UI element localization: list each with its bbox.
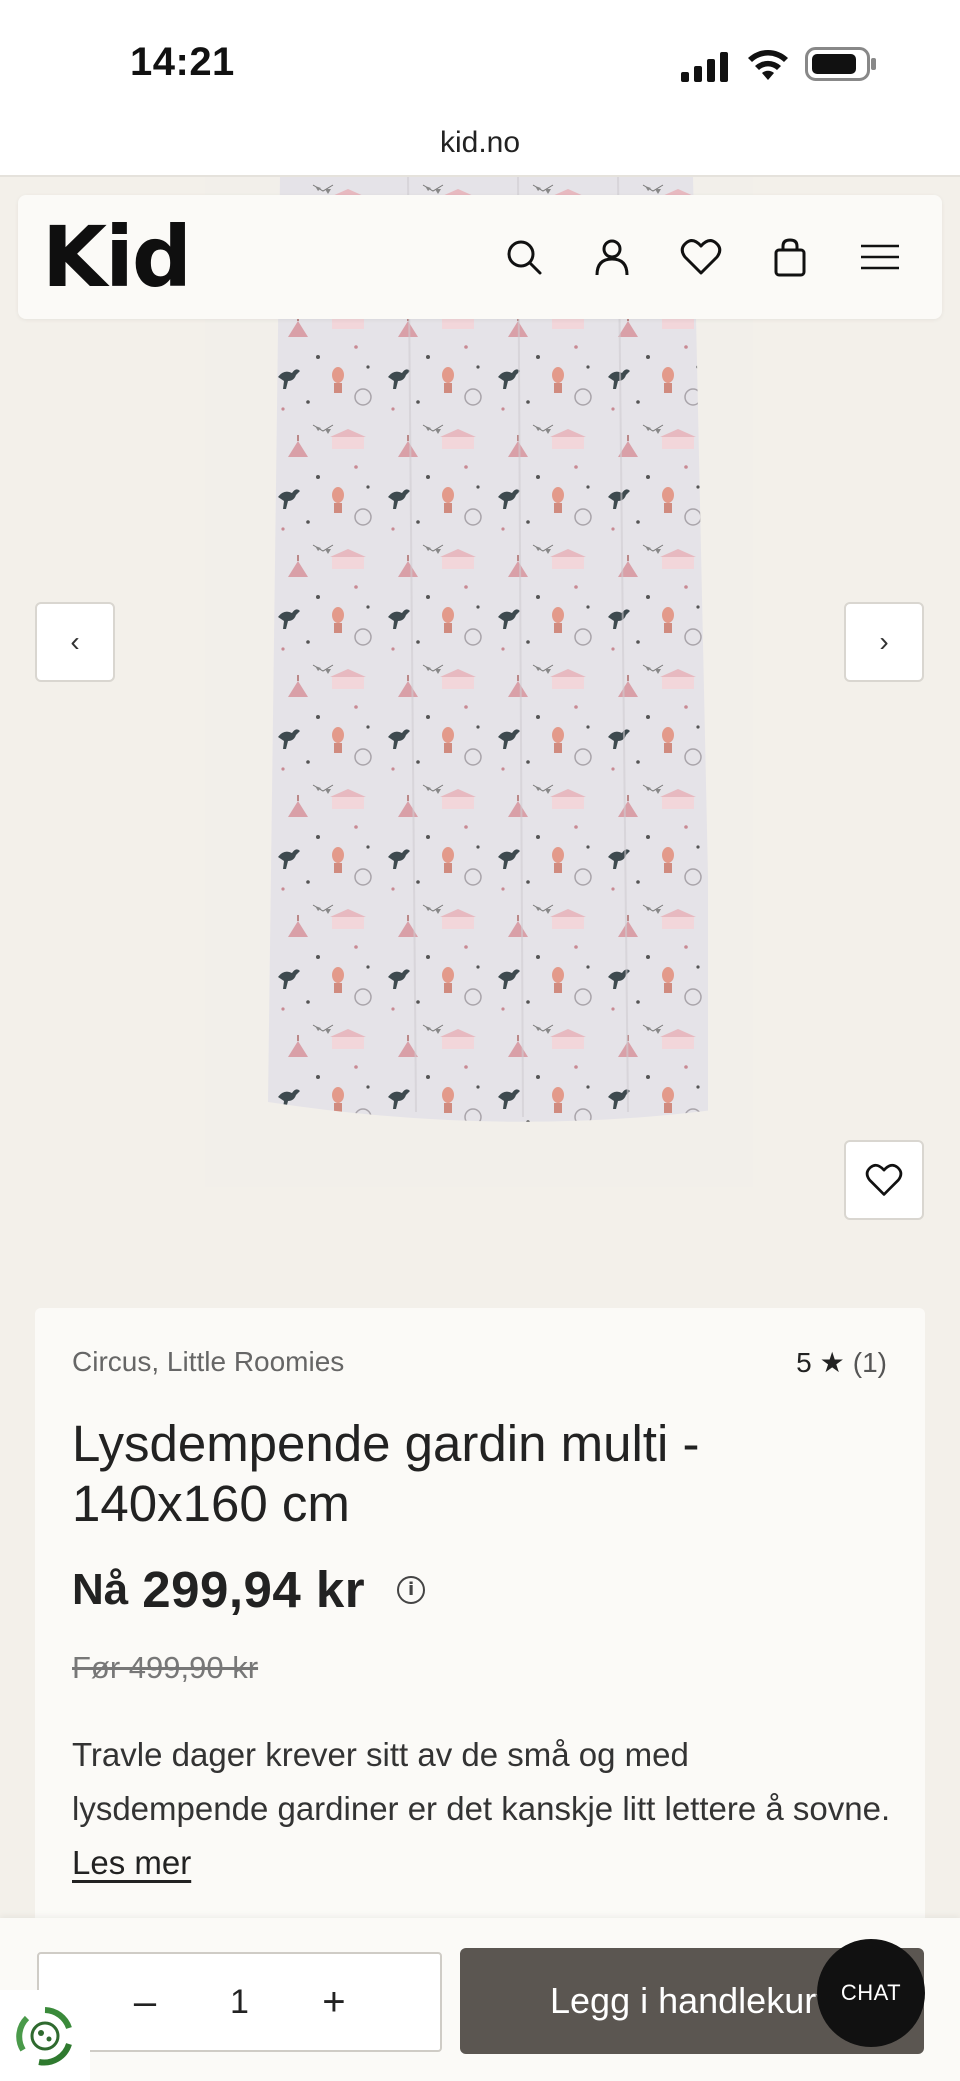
rating-value: 5 [796, 1346, 812, 1378]
rating-count: (1) [852, 1346, 887, 1378]
read-more-link[interactable]: Les mer [72, 1844, 191, 1881]
decrease-quantity-button[interactable]: – [130, 1980, 160, 2025]
chevron-right-icon: › [879, 626, 889, 657]
site-logo[interactable]: Kid [42, 215, 192, 299]
increase-quantity-button[interactable]: + [319, 1980, 349, 2025]
signal-icon [681, 52, 728, 82]
product-brand[interactable]: Circus, Little Roomies [72, 1346, 344, 1378]
recycle-icon [16, 2006, 72, 2065]
bag-icon[interactable] [766, 233, 814, 281]
current-price: 299,94 kr [142, 1561, 366, 1618]
product-rating[interactable]: 5 ★ (1) [796, 1346, 887, 1379]
chat-button[interactable]: CHAT [817, 1939, 925, 2047]
clock: 14:21 [130, 40, 235, 84]
info-icon[interactable]: i [397, 1575, 426, 1604]
prev-image-button[interactable]: ‹ [35, 602, 115, 682]
price-row: Nå 299,94 kr i [72, 1560, 426, 1619]
heart-icon [865, 1163, 903, 1196]
price-prefix: Nå [72, 1564, 129, 1614]
quantity-value[interactable]: 1 [230, 1983, 249, 2022]
cart-bar: – 1 + Legg i handlekurv [0, 1918, 960, 2081]
description-text: Travle dager krever sitt av de små og me… [72, 1736, 891, 1827]
url-text[interactable]: kid.no [0, 126, 960, 160]
status-bar: 14:21 [0, 0, 960, 125]
heart-icon[interactable] [677, 233, 725, 281]
next-image-button[interactable]: › [844, 602, 924, 682]
previous-price: Før 499,90 kr [72, 1650, 259, 1685]
search-icon[interactable] [500, 233, 548, 281]
product-title: Lysdempende gardin multi - 140x160 cm [72, 1415, 700, 1532]
product-description: Travle dager krever sitt av de små og me… [72, 1728, 892, 1890]
battery-icon [805, 47, 876, 81]
star-icon: ★ [819, 1347, 845, 1378]
account-icon[interactable] [588, 233, 636, 281]
add-to-wishlist-button[interactable] [844, 1140, 924, 1220]
menu-icon[interactable] [856, 233, 904, 281]
chevron-left-icon: ‹ [70, 626, 80, 657]
wifi-icon [748, 50, 788, 80]
product-info-card: Circus, Little Roomies 5 ★ (1) Lysdempen… [35, 1308, 925, 1948]
product-gallery [0, 177, 960, 1262]
site-header: Kid [18, 195, 942, 319]
product-image [268, 177, 708, 1122]
quantity-stepper: – 1 + [37, 1952, 442, 2052]
eco-badge[interactable] [0, 1990, 90, 2081]
